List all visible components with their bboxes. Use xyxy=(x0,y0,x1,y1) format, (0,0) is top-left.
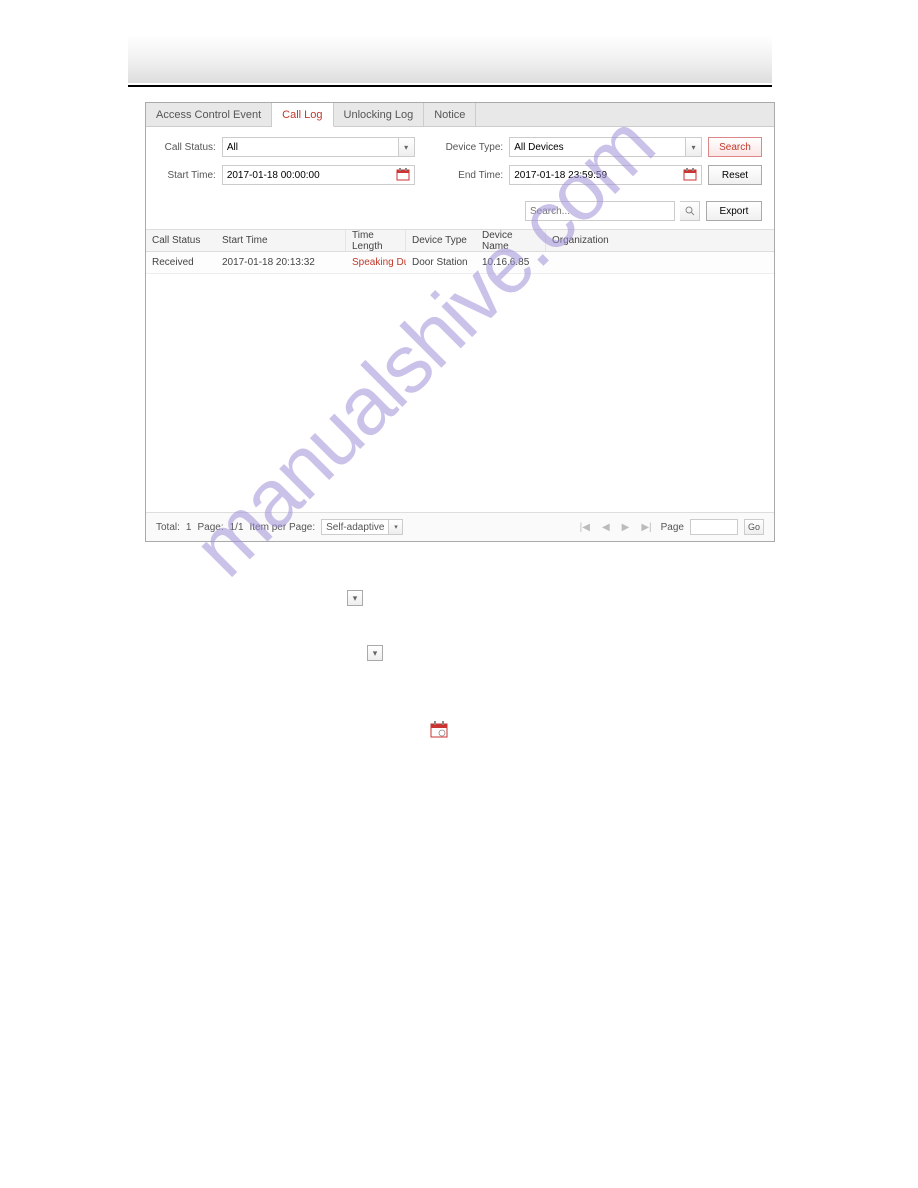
cell-call-status: Received xyxy=(146,257,216,268)
filter-row-1: Call Status: ▾ Device Type: ▾ Search xyxy=(158,137,762,157)
chevron-down-icon[interactable]: ▾ xyxy=(388,520,402,534)
calendar-icon xyxy=(430,720,448,738)
tab-unlocking-log[interactable]: Unlocking Log xyxy=(334,103,425,126)
chevron-down-icon: ▾ xyxy=(347,590,363,606)
item-per-page-label: Item per Page: xyxy=(250,522,316,533)
page-nav-label: Page xyxy=(661,522,684,533)
item-per-page-value: Self-adaptive xyxy=(322,522,388,533)
start-time-input[interactable] xyxy=(223,168,396,183)
go-button[interactable]: Go xyxy=(744,519,764,535)
device-type-label: Device Type: xyxy=(441,142,504,153)
export-button[interactable]: Export xyxy=(706,201,762,221)
first-page-icon[interactable]: |◀ xyxy=(577,522,593,533)
search-button[interactable]: Search xyxy=(708,137,762,157)
last-page-icon[interactable]: ▶| xyxy=(638,522,654,533)
tab-bar: Access Control Event Call Log Unlocking … xyxy=(146,103,774,127)
page-number-input[interactable] xyxy=(690,519,738,535)
device-type-select[interactable]: ▾ xyxy=(509,137,702,157)
call-status-label: Call Status: xyxy=(158,142,216,153)
col-call-status[interactable]: Call Status xyxy=(146,230,216,251)
page-value: 1/1 xyxy=(230,522,244,533)
search-icon[interactable] xyxy=(680,201,700,221)
start-time-label: Start Time: xyxy=(158,170,216,181)
col-organization[interactable]: Organization xyxy=(546,230,626,251)
item-per-page-select[interactable]: Self-adaptive ▾ xyxy=(321,519,403,535)
col-time-length[interactable]: Time Length xyxy=(346,230,406,251)
table-row[interactable]: Received 2017-01-18 20:13:32 Speaking Du… xyxy=(146,252,774,274)
chevron-down-icon: ▾ xyxy=(367,645,383,661)
end-time-label: End Time: xyxy=(441,170,504,181)
filter-panel: Call Status: ▾ Device Type: ▾ Search Sta… xyxy=(146,127,774,201)
table-body: Received 2017-01-18 20:13:32 Speaking Du… xyxy=(146,252,774,512)
pagination-bar: Total: 1 Page: 1/1 Item per Page: Self-a… xyxy=(146,512,774,541)
search-export-row: Export xyxy=(146,201,774,229)
chevron-down-icon[interactable]: ▾ xyxy=(685,138,701,156)
tab-call-log[interactable]: Call Log xyxy=(272,103,333,127)
cell-time-length: Speaking Durati... xyxy=(346,257,406,268)
total-value: 1 xyxy=(186,522,192,533)
end-time-field[interactable] xyxy=(509,165,702,185)
device-type-input[interactable] xyxy=(510,140,685,155)
chevron-down-icon[interactable]: ▾ xyxy=(398,138,414,156)
header-gradient xyxy=(128,35,772,83)
cell-device-name: 10.16.6.85 xyxy=(476,257,546,268)
filter-row-2: Start Time: End Time: Reset xyxy=(158,165,762,185)
total-label: Total: xyxy=(156,522,180,533)
tab-notice[interactable]: Notice xyxy=(424,103,476,126)
reset-button[interactable]: Reset xyxy=(708,165,762,185)
col-start-time[interactable]: Start Time xyxy=(216,230,346,251)
header-divider xyxy=(128,85,772,87)
app-window: Access Control Event Call Log Unlocking … xyxy=(145,102,775,542)
calendar-icon[interactable] xyxy=(396,167,412,183)
page-label: Page: xyxy=(197,522,223,533)
col-device-type[interactable]: Device Type xyxy=(406,230,476,251)
col-device-name[interactable]: Device Name xyxy=(476,230,546,251)
call-status-select[interactable]: ▾ xyxy=(222,137,415,157)
next-page-icon[interactable]: ▶ xyxy=(619,522,633,533)
table-header-row: Call Status Start Time Time Length Devic… xyxy=(146,230,774,252)
calendar-icon[interactable] xyxy=(683,167,699,183)
start-time-field[interactable] xyxy=(222,165,415,185)
search-input[interactable] xyxy=(525,201,675,221)
results-table: Call Status Start Time Time Length Devic… xyxy=(146,229,774,512)
tab-access-control-event[interactable]: Access Control Event xyxy=(146,103,272,126)
prev-page-icon[interactable]: ◀ xyxy=(599,522,613,533)
cell-start-time: 2017-01-18 20:13:32 xyxy=(216,257,346,268)
call-status-input[interactable] xyxy=(223,140,398,155)
end-time-input[interactable] xyxy=(510,168,683,183)
cell-device-type: Door Station xyxy=(406,257,476,268)
